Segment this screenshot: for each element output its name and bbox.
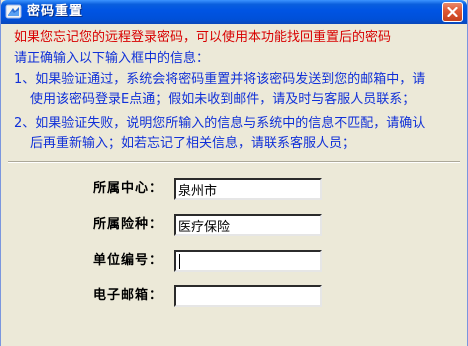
close-icon [447, 7, 458, 17]
text-caret [179, 254, 180, 269]
center-label: 所属中心： [93, 181, 164, 196]
center-input[interactable] [174, 178, 322, 200]
unit-number-input[interactable] [174, 250, 322, 272]
dialog-content: 如果您忘记您的远程登录密码，可以使用本功能找回重置后的密码 请正确输入以下输入框… [4, 24, 464, 346]
note-2-line-1: 2、如果验证失败，说明您所输入的信息与系统中的信息不匹配，请确认 [14, 116, 426, 131]
note-1-line-1: 1、如果验证通过，系统会将密码重置并将该密码发送到您的邮箱中，请 [14, 72, 426, 87]
insurance-label: 所属险种： [93, 217, 164, 232]
note-2-line-2: 后再重新输入；如若忘记了相关信息，请联系客服人员； [30, 136, 356, 151]
unit-number-label: 单位编号： [93, 253, 164, 268]
password-reset-window: 密码重置 如果您忘记您的远程登录密码，可以使用本功能找回重置后的密码 请正确输入… [0, 0, 468, 346]
section-divider [8, 161, 460, 163]
instruction-message: 请正确输入以下输入框中的信息： [14, 51, 210, 66]
intro-message: 如果您忘记您的远程登录密码，可以使用本功能找回重置后的密码 [14, 30, 392, 45]
insurance-input[interactable] [174, 214, 322, 236]
email-label: 电子邮箱： [93, 288, 164, 303]
note-1-line-2: 使用该密码登录E点通；假如未收到邮件，请及时与客服人员联系； [30, 92, 416, 107]
title-bar[interactable]: 密码重置 [1, 0, 467, 24]
app-icon [5, 3, 22, 20]
window-title: 密码重置 [27, 4, 84, 19]
close-button[interactable] [442, 2, 463, 22]
email-input[interactable] [174, 285, 322, 307]
